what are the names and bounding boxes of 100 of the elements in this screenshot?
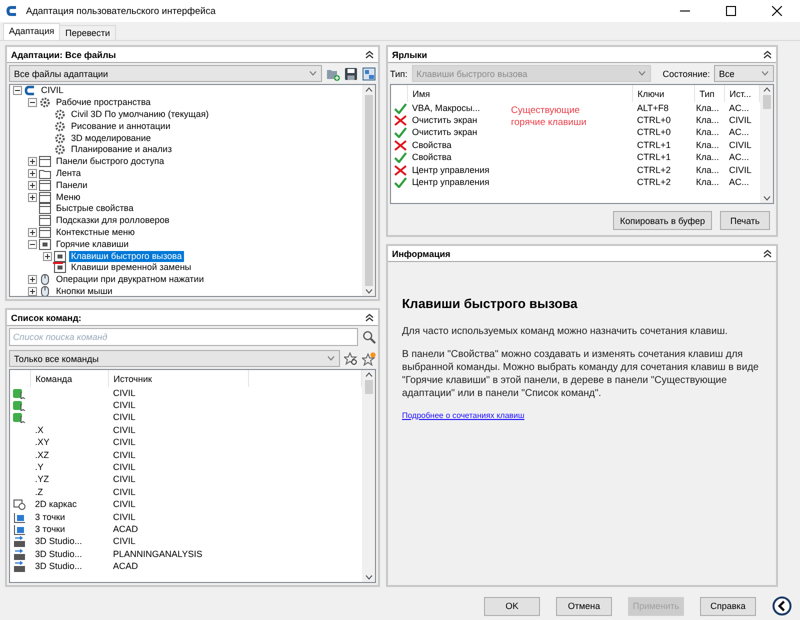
- tree-item[interactable]: Клавиши быстрого вызова: [69, 250, 184, 262]
- tree-item[interactable]: Подсказки для ролловеров: [54, 215, 172, 226]
- collapse-icon[interactable]: [763, 249, 772, 258]
- tree-item[interactable]: Панели: [54, 180, 90, 191]
- tab[interactable]: Адаптация: [3, 23, 60, 40]
- table-cell: PLANNINGANALYSIS: [113, 548, 202, 559]
- window-title: Адаптация пользовательского интерфейса: [26, 6, 217, 16]
- tree-item[interactable]: Рисование и аннотации: [69, 120, 172, 132]
- dialog-button[interactable]: Отмена: [556, 596, 612, 616]
- window-icon: [39, 203, 51, 214]
- tree-item[interactable]: Горячие клавиши: [54, 238, 131, 250]
- collapse-icon[interactable]: [365, 313, 374, 322]
- dialog-button[interactable]: Справка: [700, 596, 756, 616]
- status-label: Состояние:: [662, 68, 710, 78]
- command-filter-dropdown[interactable]: Только все команды: [9, 350, 340, 367]
- tree-item[interactable]: Планирование и анализ: [69, 144, 174, 156]
- table-cell: CTRL+1: [637, 140, 671, 150]
- column-header[interactable]: Источник: [114, 374, 152, 384]
- star-search-icon[interactable]: [344, 352, 358, 366]
- scrollbar[interactable]: [362, 370, 375, 582]
- tree-item[interactable]: Клавиши временной замены: [69, 262, 194, 274]
- dialog-button[interactable]: OK: [484, 596, 540, 616]
- tree-item[interactable]: Операции при двукратном нажатии: [54, 274, 206, 286]
- panel-title: Список команд:: [11, 312, 82, 322]
- table-cell: 3 точки: [35, 512, 65, 522]
- panel-button[interactable]: Копировать в буфер: [612, 211, 712, 230]
- table-cell: CIVIL: [113, 499, 136, 510]
- tree-item[interactable]: 3D моделирование: [69, 132, 153, 144]
- annotation-text: Существующие горячие клавиши: [511, 105, 588, 129]
- expand-node-icon[interactable]: [43, 252, 52, 261]
- tree-item[interactable]: Кнопки мыши: [54, 286, 114, 296]
- table-cell: CIVIL: [113, 462, 136, 472]
- table-cell: AC...: [729, 102, 750, 113]
- window-layout-icon[interactable]: [362, 66, 376, 80]
- table-cell: Очистить экран: [412, 127, 478, 138]
- file-filter-dropdown[interactable]: Все файлы адаптации: [9, 65, 322, 82]
- folder-icon: [39, 168, 51, 179]
- scroll-up-icon: [364, 372, 372, 377]
- help-link[interactable]: Подробнее о сочетаниях клавиш: [402, 411, 524, 420]
- tree-item[interactable]: Рабочие пространства: [54, 97, 153, 108]
- c-logo-icon: [24, 85, 36, 96]
- collapse-node-icon[interactable]: [28, 240, 37, 249]
- tab[interactable]: Перевести: [59, 25, 116, 40]
- table-cell: Кла...: [696, 115, 720, 126]
- tree-item[interactable]: Лента: [54, 168, 83, 179]
- table-cell: CIVIL: [113, 486, 136, 497]
- collapse-icon[interactable]: [365, 50, 374, 59]
- scrollbar-thumb[interactable]: [364, 95, 372, 286]
- expand-node-icon[interactable]: [28, 228, 37, 237]
- tree-item[interactable]: Контекстные меню: [54, 226, 137, 238]
- expand-node-icon[interactable]: [28, 180, 37, 190]
- scrollbar-thumb[interactable]: [762, 95, 770, 109]
- table-cell: .YZ: [35, 474, 50, 484]
- expand-node-icon[interactable]: [28, 275, 37, 284]
- table-cell: CIVIL: [729, 115, 752, 126]
- table-cell: AC...: [729, 152, 750, 162]
- panel-button[interactable]: Печать: [720, 211, 770, 230]
- scroll-down-icon: [762, 196, 770, 201]
- maximize-icon: [726, 6, 736, 16]
- collapse-node-icon[interactable]: [28, 98, 37, 108]
- collapse-node-icon[interactable]: [13, 86, 22, 96]
- column-header[interactable]: Тип: [700, 88, 715, 98]
- table-cell: CIVIL: [113, 437, 136, 448]
- expand-node-icon[interactable]: [28, 192, 37, 202]
- table-cell: CIVIL: [729, 164, 752, 175]
- table-cell: CTRL+1: [637, 152, 671, 162]
- tree-item[interactable]: Быстрые свойства: [54, 203, 136, 214]
- table-cell: VBA, Макросы...: [412, 102, 480, 113]
- table-cell: Кла...: [696, 177, 720, 188]
- scrollbar[interactable]: [362, 85, 375, 296]
- table-cell: .XZ: [35, 450, 50, 460]
- table-cell: Кла...: [696, 140, 720, 150]
- star-add-icon[interactable]: [362, 352, 376, 366]
- status-dropdown[interactable]: Все: [714, 65, 774, 82]
- table-cell: CTRL+0: [637, 115, 671, 126]
- search-icon[interactable]: [362, 330, 376, 344]
- expand-node-icon[interactable]: [28, 168, 37, 178]
- table-cell: ACAD: [113, 561, 138, 572]
- tree-item[interactable]: Меню: [54, 192, 82, 203]
- column-header[interactable]: Имя: [412, 88, 430, 98]
- scrollbar-thumb[interactable]: [364, 380, 372, 394]
- column-header[interactable]: Ключи: [638, 88, 664, 98]
- table-cell: Центр управления: [412, 177, 490, 188]
- table-cell: CIVIL: [729, 140, 752, 150]
- collapse-dialog-button[interactable]: [772, 596, 792, 616]
- collapse-icon[interactable]: [763, 50, 772, 59]
- expand-node-icon[interactable]: [28, 286, 37, 296]
- column-header[interactable]: Команда: [36, 374, 72, 384]
- scrollbar[interactable]: [760, 85, 773, 203]
- expand-node-icon[interactable]: [28, 157, 37, 166]
- tree-item[interactable]: Civil 3D По умолчанию (текущая): [69, 108, 211, 120]
- mouse-icon: [39, 274, 51, 286]
- tree-item[interactable]: CIVIL: [39, 85, 66, 96]
- tree-item[interactable]: Панели быстрого доступа: [54, 156, 166, 168]
- window-icon: [39, 192, 51, 203]
- table-cell: ACAD: [113, 524, 138, 534]
- search-field[interactable]: Список поиска команд: [9, 328, 358, 346]
- column-header[interactable]: Ист...: [730, 88, 752, 98]
- save-icon[interactable]: [344, 66, 358, 80]
- table-cell: .Z: [35, 486, 43, 497]
